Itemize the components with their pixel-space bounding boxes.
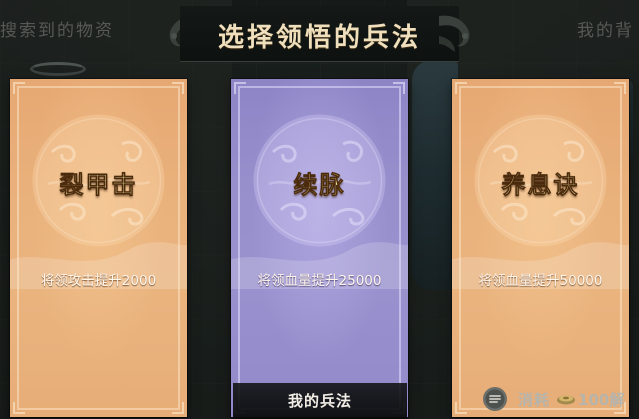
skill-card-2[interactable]: 续脉 将领血量提升25000 xyxy=(231,79,408,417)
skill-name: 养息诀 xyxy=(501,170,580,200)
card-corner xyxy=(172,82,184,94)
scroll-icon xyxy=(483,387,507,411)
dialog-title: 选择领悟的兵法 xyxy=(217,23,421,53)
card-corner xyxy=(234,82,246,94)
card-corner xyxy=(172,402,184,414)
skill-card-1[interactable]: 裂甲击 将领攻击提升2000 xyxy=(10,79,187,417)
skill-name: 续脉 xyxy=(293,170,346,200)
skill-description: 将领血量提升50000 xyxy=(478,273,603,289)
card-corner xyxy=(393,82,405,94)
cost-value: 100解 xyxy=(578,390,625,409)
card-corner xyxy=(13,402,25,414)
cost-label: 消耗 xyxy=(518,390,551,409)
skill-card-3[interactable]: 养息诀 将领血量提升50000 xyxy=(452,79,629,417)
card-corner xyxy=(455,402,467,414)
game-screen: 搜索到的物资 我的背 选择领悟的兵法 裂甲击 将领攻击提升2000 续脉 将领血… xyxy=(0,0,639,419)
skill-name: 裂甲击 xyxy=(59,170,138,200)
card-corner xyxy=(13,82,25,94)
my-skills-tab[interactable]: 我的兵法 xyxy=(233,383,407,419)
skill-description: 将领攻击提升2000 xyxy=(40,273,157,289)
skill-description: 将领血量提升25000 xyxy=(257,273,382,289)
card-corner xyxy=(614,82,626,94)
card-corner xyxy=(455,82,467,94)
coin-icon xyxy=(557,395,576,405)
cost-display: 消耗 100解 xyxy=(482,384,639,414)
title-banner: 选择领悟的兵法 xyxy=(162,6,477,62)
